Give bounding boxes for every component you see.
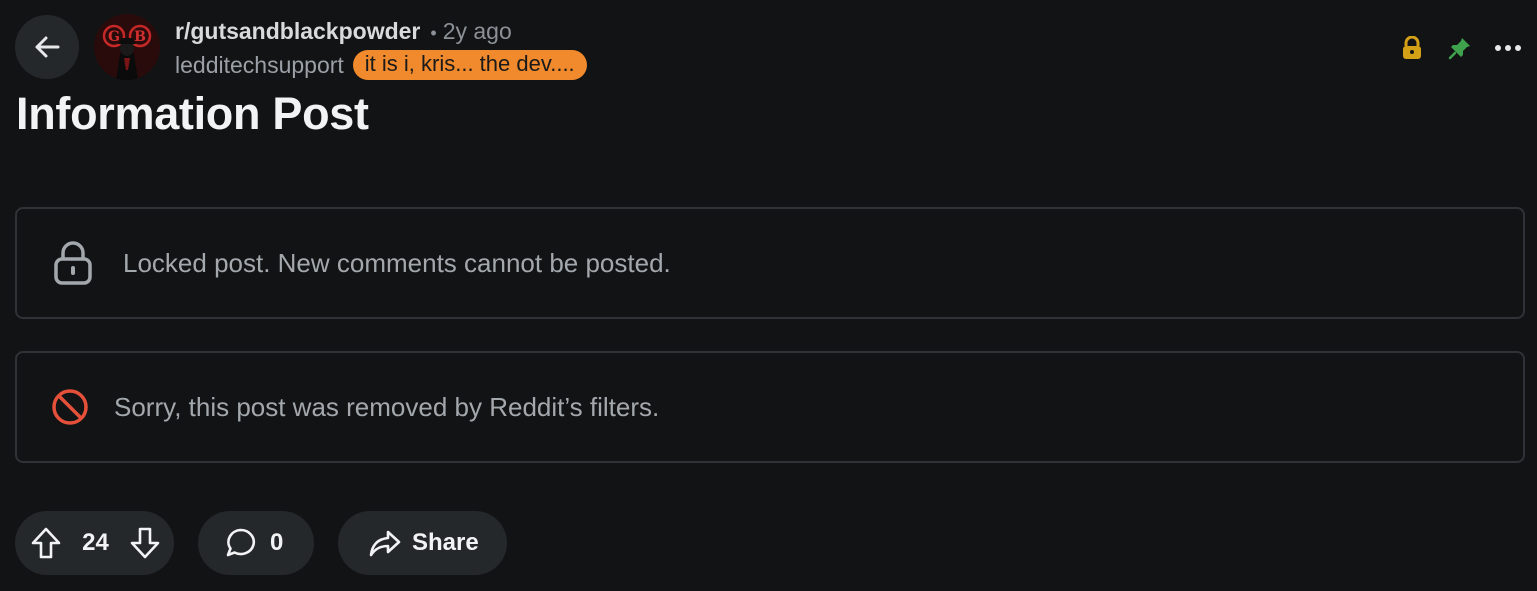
meta-row-subreddit: r/gutsandblackpowder • 2y ago (175, 16, 587, 48)
arrow-up-icon (31, 527, 61, 559)
upvote-button[interactable] (29, 526, 63, 560)
separator-dot: • (430, 23, 437, 43)
subreddit-link[interactable]: r/gutsandblackpowder (175, 16, 420, 46)
vote-control: 24 (15, 511, 174, 575)
svg-text:G: G (108, 29, 120, 45)
prohibited-icon (50, 388, 90, 426)
locked-notice: Locked post. New comments cannot be post… (15, 207, 1525, 319)
post-title: Information Post (16, 88, 369, 139)
lock-icon (51, 241, 95, 285)
share-arrow-icon (368, 526, 402, 560)
author-link[interactable]: ledditechsupport (175, 52, 344, 79)
vote-score: 24 (82, 529, 109, 556)
more-horizontal-icon (1495, 45, 1521, 51)
more-options-button[interactable] (1491, 34, 1525, 62)
post-meta: r/gutsandblackpowder • 2y ago ledditechs… (175, 16, 587, 80)
user-flair: it is i, kris... the dev.... (352, 50, 587, 80)
svg-text:B: B (134, 29, 146, 45)
arrow-down-icon (130, 527, 160, 559)
arrow-left-icon (35, 36, 60, 58)
subreddit-avatar[interactable]: G B (94, 14, 160, 80)
post-status-actions (1381, 34, 1525, 62)
subreddit-logo: G B (94, 14, 160, 80)
downvote-button[interactable] (128, 526, 162, 560)
comment-count: 0 (270, 529, 284, 556)
removed-notice: Sorry, this post was removed by Reddit’s… (15, 351, 1525, 463)
comments-button[interactable]: 0 (198, 511, 314, 575)
removed-notice-text: Sorry, this post was removed by Reddit’s… (114, 391, 660, 422)
back-button[interactable] (15, 15, 79, 79)
pin-icon (1443, 34, 1477, 62)
meta-row-author: ledditechsupport it is i, kris... the de… (175, 50, 587, 80)
comment-bubble-icon (224, 526, 258, 560)
locked-notice-text: Locked post. New comments cannot be post… (123, 247, 671, 278)
lock-status-icon (1395, 34, 1429, 62)
share-label: Share (412, 529, 479, 556)
share-button[interactable]: Share (338, 511, 507, 575)
post-timestamp: 2y ago (442, 18, 512, 44)
